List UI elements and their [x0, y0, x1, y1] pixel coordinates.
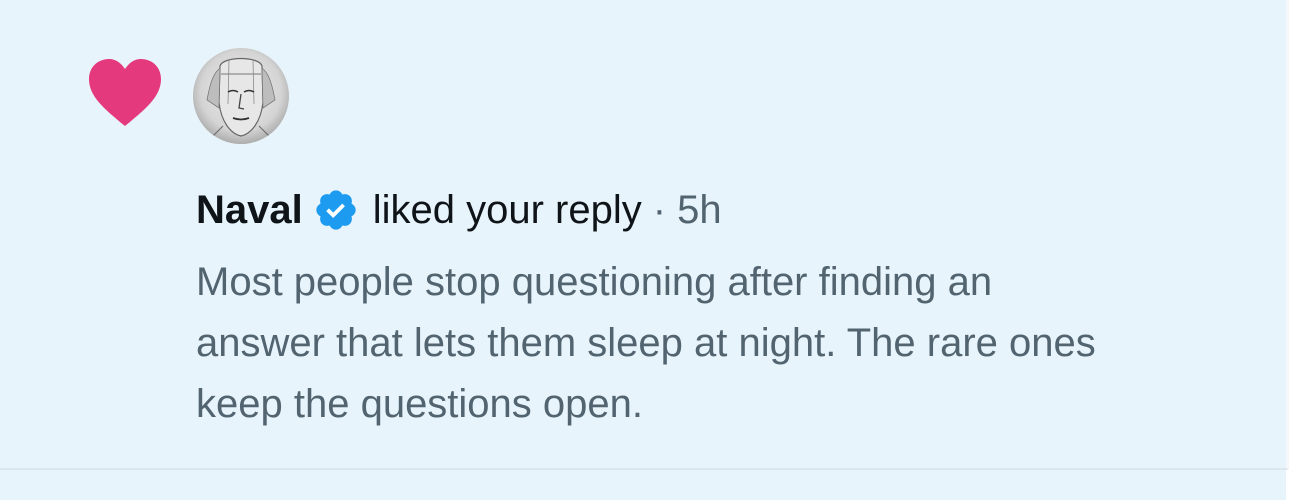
verified-badge-icon — [316, 190, 356, 230]
reply-line: Most people stop questioning after findi… — [196, 260, 993, 304]
reply-text: Most people stop questioning after findi… — [196, 252, 1256, 435]
action-text: liked your reply — [372, 187, 642, 232]
reply-line: keep the questions open. — [196, 382, 644, 426]
heart-icon — [89, 59, 161, 126]
avatar[interactable] — [193, 48, 289, 144]
timestamp: 5h — [677, 187, 722, 232]
like-notification[interactable]: Naval liked your reply · 5h Most people … — [0, 0, 1289, 470]
reply-line: answer that lets them sleep at night. Th… — [196, 321, 1096, 365]
separator-dot: · — [652, 187, 667, 232]
user-name[interactable]: Naval — [196, 188, 303, 233]
notification-header: Naval liked your reply · 5h — [196, 184, 722, 236]
next-notification-edge — [0, 470, 1286, 500]
